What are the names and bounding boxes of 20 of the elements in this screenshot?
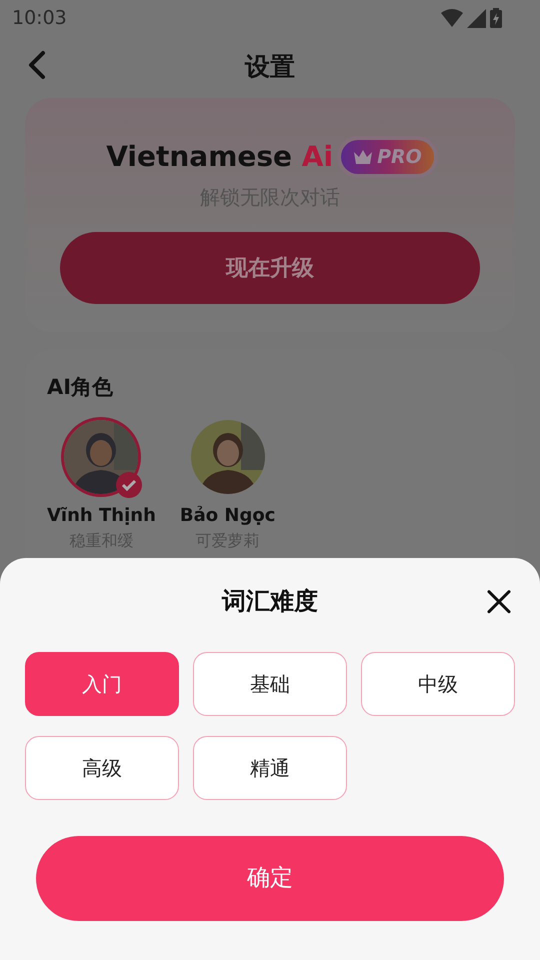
signal-icon bbox=[467, 8, 486, 28]
character-name: Bảo Ngọc bbox=[180, 504, 276, 528]
close-button[interactable] bbox=[487, 588, 511, 614]
level-option[interactable]: 高级 bbox=[25, 736, 179, 800]
wifi-icon bbox=[441, 9, 463, 27]
page-title: 设置 bbox=[245, 51, 295, 84]
level-option[interactable]: 精通 bbox=[193, 736, 347, 800]
sheet-title: 词汇难度 bbox=[222, 586, 318, 617]
level-option[interactable]: 中级 bbox=[361, 652, 515, 716]
level-option[interactable]: 基础 bbox=[193, 652, 347, 716]
battery-icon bbox=[490, 8, 502, 28]
character-name: Vĩnh Thịnh bbox=[47, 504, 156, 528]
section-title: AI角色 bbox=[47, 374, 114, 401]
check-icon bbox=[116, 472, 142, 498]
app-name: Vietnamese Ai bbox=[106, 139, 334, 175]
back-button[interactable] bbox=[26, 50, 48, 80]
confirm-button[interactable]: 确定 bbox=[36, 836, 504, 921]
level-option[interactable]: 入门 bbox=[25, 652, 179, 716]
pro-badge: PRO bbox=[341, 140, 434, 174]
status-time: 10:03 bbox=[12, 6, 67, 31]
